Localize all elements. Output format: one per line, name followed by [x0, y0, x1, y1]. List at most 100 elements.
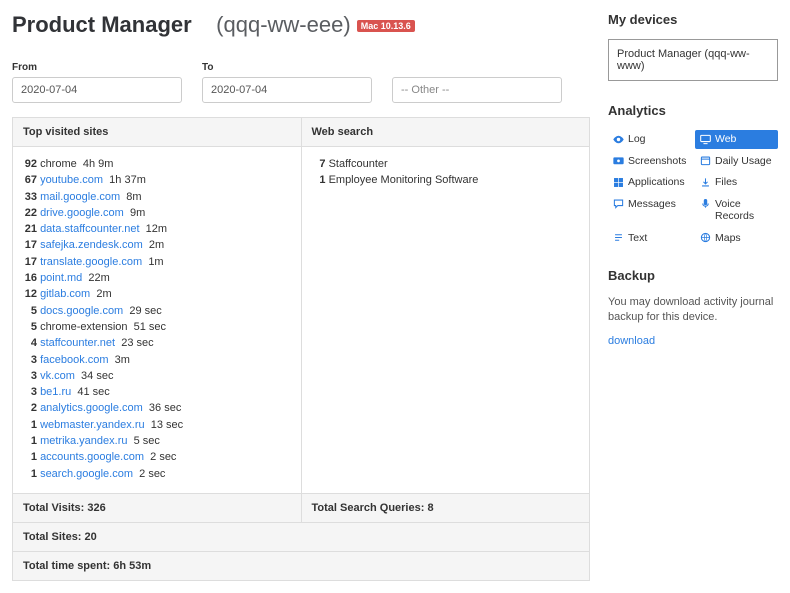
message-icon — [612, 198, 624, 210]
site-row: 12 gitlab.com 2m — [23, 287, 291, 301]
calendar-icon — [699, 155, 711, 167]
analytics-table: Top visited sites Web search 92 chrome 4… — [12, 117, 590, 581]
nav-label: Daily Usage — [715, 155, 772, 168]
download-link[interactable]: download — [608, 335, 655, 347]
camera-icon — [612, 155, 624, 167]
site-row: 4 staffcounter.net 23 sec — [23, 336, 291, 350]
site-row: 67 youtube.com 1h 37m — [23, 173, 291, 187]
to-date-input[interactable] — [202, 77, 372, 103]
site-row: 1 search.google.com 2 sec — [23, 467, 291, 481]
visit-count: 2 — [23, 401, 37, 415]
site-row: 17 safejka.zendesk.com 2m — [23, 238, 291, 252]
site-link[interactable]: webmaster.yandex.ru — [40, 419, 145, 431]
other-select[interactable] — [392, 77, 562, 103]
visit-count: 22 — [23, 206, 37, 220]
site-duration: 51 sec — [134, 321, 166, 333]
site-link[interactable]: youtube.com — [40, 174, 103, 186]
site-duration: 41 sec — [77, 386, 109, 398]
site-link[interactable]: docs.google.com — [40, 305, 123, 317]
nav-log[interactable]: Log — [608, 130, 691, 149]
analytics-header: Analytics — [608, 103, 778, 118]
site-link[interactable]: gitlab.com — [40, 288, 90, 300]
search-row: 7 Staffcounter — [312, 157, 580, 171]
visit-count: 5 — [23, 304, 37, 318]
site-link[interactable]: be1.ru — [40, 386, 71, 398]
search-term: Employee Monitoring Software — [329, 174, 479, 186]
site-link[interactable]: metrika.yandex.ru — [40, 435, 127, 447]
site-duration: 2m — [96, 288, 111, 300]
site-row: 16 point.md 22m — [23, 271, 291, 285]
site-duration: 3m — [115, 354, 130, 366]
visit-count: 92 — [23, 157, 37, 171]
site-text: chrome — [40, 158, 77, 170]
site-row: 22 drive.google.com 9m — [23, 206, 291, 220]
site-row: 17 translate.google.com 1m — [23, 255, 291, 269]
site-link[interactable]: analytics.google.com — [40, 402, 143, 414]
total-visits: Total Visits: 326 — [13, 493, 302, 522]
site-duration: 5 sec — [134, 435, 160, 447]
nav-applications[interactable]: Applications — [608, 173, 691, 192]
site-duration: 1m — [148, 256, 163, 268]
analytics-nav: Log Web Screenshots Daily Usage Applications… — [608, 130, 778, 248]
site-duration: 2m — [149, 239, 164, 251]
site-row: 1 webmaster.yandex.ru 13 sec — [23, 418, 291, 432]
site-text: chrome-extension — [40, 321, 127, 333]
site-link[interactable]: search.google.com — [40, 468, 133, 480]
nav-label: Text — [628, 232, 647, 245]
title-main: Product Manager — [12, 12, 192, 37]
site-link[interactable]: vk.com — [40, 370, 75, 382]
nav-voice-records[interactable]: Voice Records — [695, 195, 778, 226]
nav-web[interactable]: Web — [695, 130, 778, 149]
nav-label: Web — [715, 133, 736, 146]
site-row: 3 facebook.com 3m — [23, 353, 291, 367]
search-row: 1 Employee Monitoring Software — [312, 173, 580, 187]
site-link[interactable]: data.staffcounter.net — [40, 223, 139, 235]
site-link[interactable]: point.md — [40, 272, 82, 284]
monitor-icon — [699, 133, 711, 145]
nav-label: Applications — [628, 176, 685, 189]
site-link[interactable]: drive.google.com — [40, 207, 124, 219]
site-row: 1 accounts.google.com 2 sec — [23, 450, 291, 464]
visit-count: 3 — [23, 369, 37, 383]
site-duration: 4h 9m — [83, 158, 114, 170]
from-date-input[interactable] — [12, 77, 182, 103]
to-label: To — [202, 62, 372, 73]
from-label: From — [12, 62, 182, 73]
visit-count: 67 — [23, 173, 37, 187]
visit-count: 4 — [23, 336, 37, 350]
site-duration: 9m — [130, 207, 145, 219]
device-select[interactable]: Product Manager (qqq-ww-www) — [608, 39, 778, 81]
site-link[interactable]: facebook.com — [40, 354, 108, 366]
site-link[interactable]: translate.google.com — [40, 256, 142, 268]
visit-count: 5 — [23, 320, 37, 334]
nav-files[interactable]: Files — [695, 173, 778, 192]
nav-maps[interactable]: Maps — [695, 229, 778, 248]
site-duration: 2 sec — [150, 451, 176, 463]
backup-header: Backup — [608, 268, 778, 283]
site-duration: 34 sec — [81, 370, 113, 382]
nav-label: Voice Records — [715, 198, 774, 223]
visit-count: 21 — [23, 222, 37, 236]
nav-messages[interactable]: Messages — [608, 195, 691, 226]
site-link[interactable]: accounts.google.com — [40, 451, 144, 463]
total-sites: Total Sites: 20 — [13, 522, 590, 551]
site-link[interactable]: staffcounter.net — [40, 337, 115, 349]
top-sites-list: 92 chrome 4h 9m67 youtube.com 1h 37m33 m… — [13, 147, 302, 494]
site-row: 5 docs.google.com 29 sec — [23, 304, 291, 318]
nav-daily-usage[interactable]: Daily Usage — [695, 152, 778, 171]
web-search-header: Web search — [301, 118, 590, 147]
globe-icon — [699, 232, 711, 244]
site-duration: 36 sec — [149, 402, 181, 414]
my-devices-header: My devices — [608, 12, 778, 27]
site-link[interactable]: safejka.zendesk.com — [40, 239, 143, 251]
search-count: 7 — [312, 157, 326, 171]
site-duration: 13 sec — [151, 419, 183, 431]
visit-count: 1 — [23, 418, 37, 432]
visit-count: 1 — [23, 450, 37, 464]
site-row: 2 analytics.google.com 36 sec — [23, 401, 291, 415]
nav-text[interactable]: Text — [608, 229, 691, 248]
total-time: Total time spent: 6h 53m — [13, 551, 590, 580]
site-link[interactable]: mail.google.com — [40, 191, 120, 203]
nav-screenshots[interactable]: Screenshots — [608, 152, 691, 171]
nav-label: Files — [715, 176, 737, 189]
